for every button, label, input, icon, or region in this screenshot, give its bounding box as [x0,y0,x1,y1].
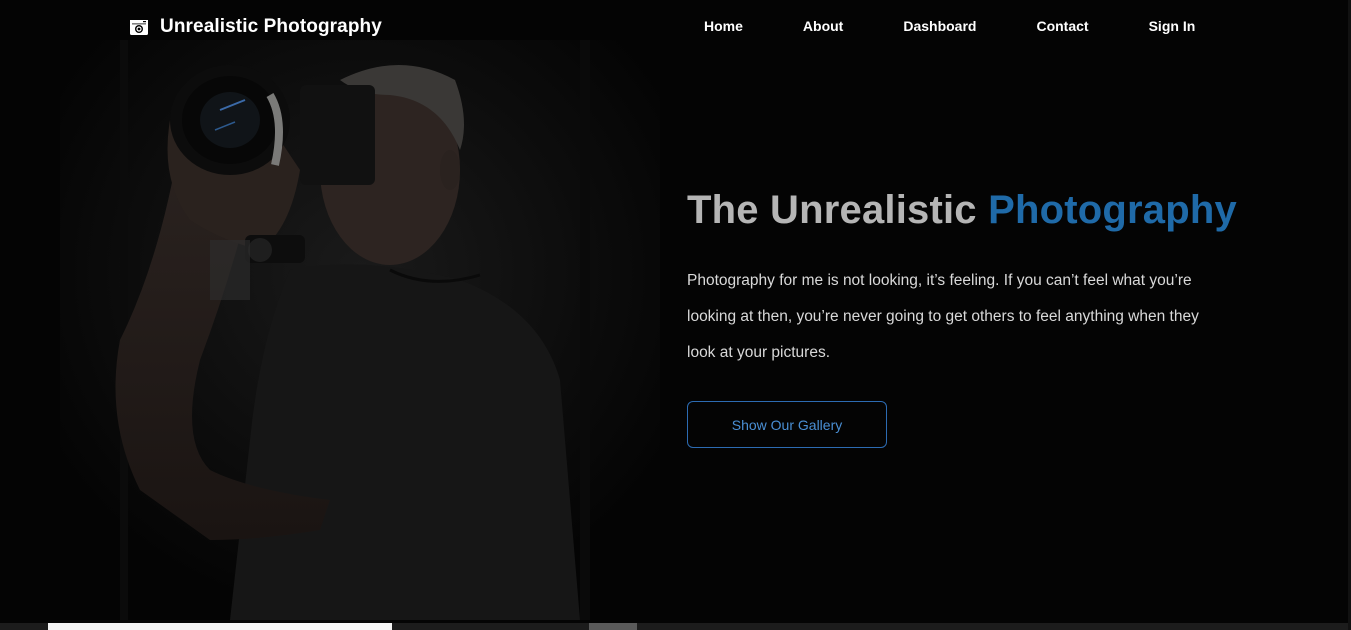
nav-link-dashboard[interactable]: Dashboard [903,18,976,34]
nav-link-home[interactable]: Home [704,18,743,34]
nav-link-about[interactable]: About [803,18,843,34]
hero-text: The Unrealistic Photography Photography … [687,188,1247,448]
photographer-image [60,40,660,620]
bottom-strip [0,623,1351,630]
show-gallery-button[interactable]: Show Our Gallery [687,401,887,448]
hero-title-main: The Unrealistic [687,188,989,232]
brand-name: Unrealistic Photography [160,16,382,37]
hero-description: Photography for me is not looking, it’s … [687,272,1199,361]
page: Unrealistic Photography Home About Dashb… [0,0,1351,630]
nav-link-contact[interactable]: Contact [1036,18,1088,34]
hero-photo [60,40,660,620]
bottom-strip-segment [589,623,637,630]
hero-title-accent: Photography [988,188,1237,232]
hero-title: The Unrealistic Photography [687,188,1247,233]
bottom-strip-segment [48,623,392,630]
navbar: Unrealistic Photography Home About Dashb… [0,0,1351,56]
brand-logo-link[interactable]: Unrealistic Photography [129,16,382,38]
camera-icon [129,17,149,37]
nav-link-sign-in[interactable]: Sign In [1149,18,1196,34]
nav-links: Home About Dashboard Contact Sign In [704,18,1195,34]
